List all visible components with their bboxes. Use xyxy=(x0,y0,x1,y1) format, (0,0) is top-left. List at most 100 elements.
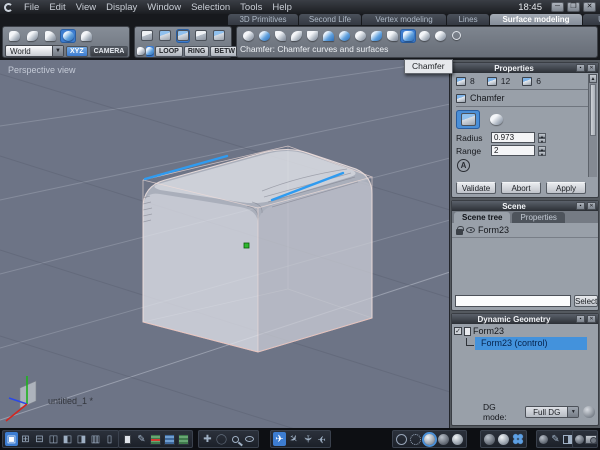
thickness-tool-icon[interactable] xyxy=(352,29,368,43)
coons-surface-icon[interactable] xyxy=(272,29,288,43)
pan-move-icon[interactable]: ✚ xyxy=(201,432,214,446)
maximize-icon[interactable]: ❐ xyxy=(567,2,580,12)
layout-right-main-icon[interactable]: ◨ xyxy=(75,432,88,446)
zoom-magnifier-icon[interactable] xyxy=(229,432,242,446)
tab-3d-primitives[interactable]: 3D Primitives xyxy=(228,14,298,25)
render-sphere-icon[interactable] xyxy=(538,432,549,446)
scene-tree-row[interactable]: Form23 xyxy=(452,223,598,238)
scroll-up-icon[interactable]: ▲ xyxy=(589,74,597,83)
tab-lines[interactable]: Lines xyxy=(447,14,489,25)
extrude-surface-icon[interactable] xyxy=(336,29,352,43)
birail-surface-icon[interactable] xyxy=(320,29,336,43)
layout-v-split-icon[interactable]: ◫ xyxy=(47,432,60,446)
handset-tool-icon[interactable] xyxy=(24,29,40,43)
shaded-sphere-icon[interactable] xyxy=(423,432,436,446)
range-stepper[interactable]: ▲ ▼ xyxy=(538,145,546,157)
scene-search-input[interactable] xyxy=(455,295,571,307)
sweep-surface-icon[interactable] xyxy=(240,29,256,43)
select-edges-icon[interactable] xyxy=(158,29,172,43)
wireframe-sphere-icon[interactable] xyxy=(395,432,408,446)
menu-help[interactable]: Help xyxy=(267,2,297,13)
pen-select-icon[interactable] xyxy=(137,46,145,57)
range-input[interactable] xyxy=(491,145,535,156)
panel-close-icon[interactable]: ✕ xyxy=(587,315,596,323)
scene-titlebar[interactable]: Scene ▪ ✕ xyxy=(452,201,598,211)
menu-display[interactable]: Display xyxy=(101,2,142,13)
orbit-icon[interactable]: ◯ xyxy=(215,432,228,446)
layout-single-view-icon[interactable]: ▣ xyxy=(5,432,18,446)
layout-rows-icon[interactable]: ▥ xyxy=(89,432,102,446)
grid-plane-z-icon[interactable] xyxy=(177,432,190,446)
select-object-icon[interactable] xyxy=(194,29,208,43)
menu-window[interactable]: Window xyxy=(142,2,186,13)
layout-columns-icon[interactable]: ▯ xyxy=(103,432,116,446)
layout-h-split-icon[interactable]: ⊟ xyxy=(33,432,46,446)
crease-tool-icon[interactable] xyxy=(432,29,448,43)
tab-scene-properties[interactable]: Properties xyxy=(512,212,565,223)
ruled-surface-icon[interactable] xyxy=(256,29,272,43)
ghost-tool-icon[interactable] xyxy=(78,29,94,43)
tab-utilities[interactable]: Utilities xyxy=(583,14,600,25)
tab-scene-tree[interactable]: Scene tree xyxy=(454,212,511,223)
camera-button[interactable]: CAMERA xyxy=(89,45,129,57)
area-select-icon[interactable] xyxy=(146,45,154,57)
panel-close-icon[interactable]: ✕ xyxy=(587,202,596,210)
menu-view[interactable]: View xyxy=(71,2,101,13)
chamfer-mode-rounded-icon[interactable] xyxy=(456,110,480,129)
gordon-surface-icon[interactable] xyxy=(288,29,304,43)
world-axis-dropdown[interactable]: World ▼ xyxy=(5,45,64,57)
chevron-down-icon[interactable]: ▼ xyxy=(567,407,579,417)
dg-selected-item[interactable]: Form23 (control) xyxy=(475,337,587,350)
layout-left-main-icon[interactable]: ◧ xyxy=(61,432,74,446)
double-sweep-icon[interactable] xyxy=(304,29,320,43)
camera-snapshot-icon[interactable] xyxy=(585,432,597,446)
tab-surface-modeling[interactable]: Surface modeling xyxy=(490,14,582,25)
info-page-icon[interactable] xyxy=(121,432,134,446)
stepper-down-icon[interactable]: ▼ xyxy=(538,137,546,144)
dg-check-icon[interactable]: ✓ xyxy=(454,327,462,335)
scene-item-label[interactable]: Form23 xyxy=(478,225,509,235)
chamfer-tool-icon[interactable] xyxy=(400,28,416,43)
bevel-tool-icon[interactable] xyxy=(384,29,400,43)
viewport-canvas[interactable] xyxy=(0,60,450,428)
texture-sphere-icon[interactable] xyxy=(483,432,496,446)
offset-tool-icon[interactable] xyxy=(416,29,432,43)
panel-close-icon[interactable]: ✕ xyxy=(587,64,596,72)
visibility-eye-icon[interactable] xyxy=(243,432,256,446)
between-button[interactable]: BETW xyxy=(210,45,239,57)
menu-file[interactable]: File xyxy=(19,2,44,13)
close-icon[interactable]: ✕ xyxy=(583,2,596,12)
dg-child-row[interactable]: Form23 (control) xyxy=(466,337,598,350)
dg-sphere-button[interactable] xyxy=(583,406,595,418)
menu-selection[interactable]: Selection xyxy=(186,2,235,13)
material-sphere-icon[interactable] xyxy=(497,432,510,446)
bank-mode-icon[interactable]: ✈ xyxy=(301,433,315,446)
panel-menu-icon[interactable]: ▪ xyxy=(576,64,585,72)
tab-vertex-modeling[interactable]: Vertex modeling xyxy=(362,14,446,25)
selection-center-point[interactable] xyxy=(243,242,250,249)
dg-titlebar[interactable]: Dynamic Geometry ▪ ✕ xyxy=(452,314,598,324)
hidden-line-sphere-icon[interactable] xyxy=(409,432,422,446)
cone-tool-icon[interactable] xyxy=(42,29,58,43)
smooth-tool-icon[interactable] xyxy=(368,29,384,43)
chamfer-mode-flat-icon[interactable] xyxy=(484,110,508,129)
matte-sphere-icon[interactable] xyxy=(437,432,450,446)
stepper-down-icon[interactable]: ▼ xyxy=(538,150,546,157)
land-mode-icon[interactable]: ✈ xyxy=(315,432,328,446)
chevron-down-icon[interactable]: ▼ xyxy=(52,46,63,56)
select-faces-icon[interactable] xyxy=(176,28,190,43)
dg-mode-dropdown[interactable]: Full DG ▼ xyxy=(525,406,580,418)
radius-input[interactable] xyxy=(491,132,535,143)
menu-edit[interactable]: Edit xyxy=(44,2,70,13)
weld-tool-icon[interactable] xyxy=(448,29,464,43)
xyz-button[interactable]: XYZ xyxy=(66,45,88,57)
symmetry-flower-icon[interactable] xyxy=(511,432,524,446)
auto-mode-icon[interactable]: A xyxy=(457,159,470,172)
ring-button[interactable]: RING xyxy=(183,45,210,57)
grid-plane-y-icon[interactable] xyxy=(163,432,176,446)
radius-stepper[interactable]: ▲ ▼ xyxy=(538,132,546,144)
chamfered-cube-object[interactable] xyxy=(142,145,374,353)
abort-button[interactable]: Abort xyxy=(501,182,541,194)
soft-selection-icon[interactable] xyxy=(212,29,226,43)
panel-menu-icon[interactable]: ▪ xyxy=(576,202,585,210)
